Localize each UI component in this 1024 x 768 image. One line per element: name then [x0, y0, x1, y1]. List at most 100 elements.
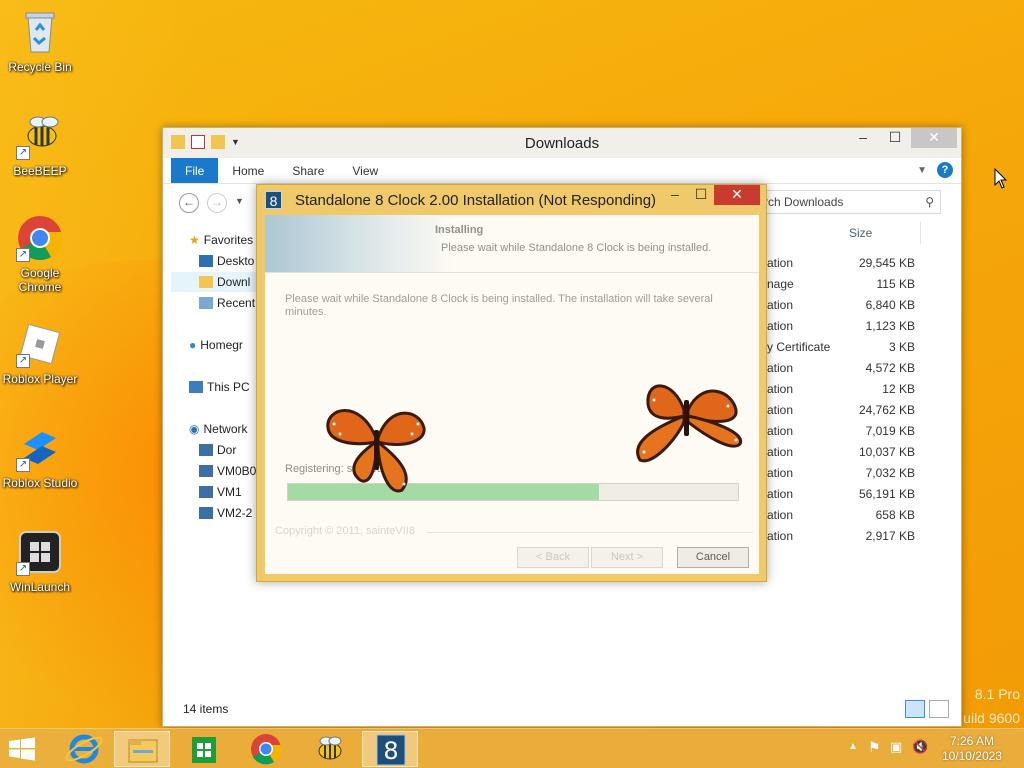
- nav-label: Homegr: [200, 338, 243, 352]
- file-row[interactable]: ation 7,019 KB: [763, 420, 953, 441]
- volume-muted-icon[interactable]: 🔇: [912, 739, 928, 755]
- taskbar-clock[interactable]: 7:26 AM 10/10/2023: [942, 734, 1002, 764]
- file-type: ation: [767, 466, 794, 480]
- tab-home[interactable]: Home: [218, 158, 278, 183]
- ribbon-tabs: File Home Share View ▼ ?: [163, 158, 961, 184]
- taskbar-beebeep[interactable]: [300, 731, 356, 767]
- nav-label: Downl: [217, 275, 251, 289]
- nav-label: Favorites: [203, 233, 254, 247]
- bee-icon: [318, 736, 342, 760]
- back-button[interactable]: ←: [179, 193, 199, 213]
- winlaunch-icon: ↗: [16, 528, 64, 576]
- help-icon[interactable]: ?: [937, 162, 953, 178]
- file-size: 10,037 KB: [858, 445, 915, 459]
- eight-clock-icon: 8: [376, 734, 406, 766]
- file-type: ation: [767, 256, 794, 270]
- desktop-icon-winlaunch[interactable]: ↗ WinLaunch: [0, 528, 80, 594]
- minimize-button[interactable]: –: [662, 185, 688, 205]
- file-row[interactable]: ation 12 KB: [763, 378, 953, 399]
- nav-homegroup[interactable]: ● Homegr: [189, 335, 243, 355]
- maximize-button[interactable]: ☐: [688, 185, 714, 205]
- action-center-flag-icon[interactable]: ⚑: [868, 739, 881, 756]
- start-button[interactable]: [8, 737, 36, 764]
- desktop-icon-recycle-bin[interactable]: Recycle Bin: [0, 8, 80, 74]
- nav-label: Recent: [217, 296, 256, 310]
- network-computer-icon: [199, 507, 213, 519]
- nav-network-dor[interactable]: Dor: [199, 440, 236, 460]
- explorer-titlebar[interactable]: ▼ Downloads – ☐ ✕: [163, 128, 961, 158]
- file-row[interactable]: ation 1,123 KB: [763, 315, 953, 336]
- taskbar-store[interactable]: [176, 731, 232, 767]
- nav-network[interactable]: ◉ Network: [189, 419, 248, 439]
- nav-recent[interactable]: Recent: [199, 293, 255, 313]
- nav-favorites[interactable]: ★ Favorites: [189, 230, 253, 250]
- file-row[interactable]: ation 4,572 KB: [763, 357, 953, 378]
- details-view-button[interactable]: [905, 700, 925, 718]
- desktop-icon-google-chrome[interactable]: ↗ Google Chrome: [0, 214, 80, 294]
- file-row[interactable]: ation 24,762 KB: [763, 399, 953, 420]
- nav-network-vm2[interactable]: VM2-2: [199, 503, 252, 523]
- nav-label: VM1: [217, 485, 242, 499]
- nav-network-vm1[interactable]: VM1: [199, 482, 242, 502]
- network-status-icon[interactable]: ▣: [890, 739, 902, 755]
- file-size: 115 KB: [876, 277, 915, 291]
- installer-title: Standalone 8 Clock 2.00 Installation (No…: [295, 192, 657, 209]
- roblox-studio-icon: ↗: [16, 424, 64, 472]
- column-divider[interactable]: [920, 222, 921, 244]
- chrome-icon: ↗: [16, 214, 64, 262]
- desktop-icon-roblox-player[interactable]: ↗ Roblox Player: [0, 320, 80, 386]
- column-header-size[interactable]: Size: [849, 226, 872, 240]
- svg-text:8: 8: [383, 737, 398, 765]
- recent-locations-icon[interactable]: ▼: [235, 196, 244, 206]
- installer-header: Installing Please wait while Standalone …: [265, 215, 759, 273]
- file-row[interactable]: nage 115 KB: [763, 273, 953, 294]
- file-row[interactable]: ation 7,032 KB: [763, 462, 953, 483]
- tab-file[interactable]: File: [171, 158, 219, 183]
- nav-desktop[interactable]: Deskto: [199, 251, 254, 271]
- expand-ribbon-icon[interactable]: ▼: [917, 165, 927, 176]
- taskbar-file-explorer[interactable]: [114, 731, 170, 767]
- taskbar: 8 ▲ ⚑ ▣ 🔇 7:26 AM 10/10/2023: [0, 728, 1024, 768]
- clock-time: 7:26 AM: [949, 734, 994, 748]
- installer-step-title: Installing: [435, 224, 484, 236]
- nav-this-pc[interactable]: This PC: [189, 377, 250, 397]
- cancel-button[interactable]: Cancel: [677, 547, 749, 568]
- network-computer-icon: [199, 486, 213, 498]
- installer-titlebar[interactable]: 8 Standalone 8 Clock 2.00 Installation (…: [257, 185, 766, 215]
- nav-network-vm0b0[interactable]: VM0B0: [199, 461, 256, 481]
- file-row[interactable]: ation 6,840 KB: [763, 294, 953, 315]
- installer-description: Please wait while Standalone 8 Clock is …: [285, 293, 713, 318]
- large-icons-view-button[interactable]: [929, 700, 949, 718]
- nav-downloads[interactable]: Downl: [171, 272, 267, 292]
- search-input[interactable]: rch Downloads ⚲: [757, 190, 941, 214]
- file-row[interactable]: ation 29,545 KB: [763, 252, 953, 273]
- file-size: 7,032 KB: [865, 466, 915, 480]
- maximize-button[interactable]: ☐: [879, 128, 911, 148]
- forward-button[interactable]: →: [207, 193, 227, 213]
- taskbar-google-chrome[interactable]: [238, 731, 294, 767]
- file-row[interactable]: ation 2,917 KB: [763, 525, 953, 546]
- bee-icon: ↗: [16, 112, 64, 160]
- file-type: nage: [767, 277, 794, 291]
- close-button[interactable]: ✕: [911, 128, 957, 148]
- taskbar-standalone-8-clock[interactable]: 8: [362, 731, 418, 767]
- file-size: 1,123 KB: [865, 319, 915, 333]
- desktop-icon-roblox-studio[interactable]: ↗ Roblox Studio: [0, 424, 80, 490]
- next-button[interactable]: Next >: [591, 547, 663, 568]
- minimize-button[interactable]: –: [847, 128, 879, 148]
- file-size: 29,545 KB: [858, 256, 915, 270]
- downloads-folder-icon: [199, 276, 213, 288]
- close-button[interactable]: ✕: [714, 185, 760, 205]
- taskbar-internet-explorer[interactable]: [56, 731, 112, 767]
- file-row[interactable]: ation 56,191 KB: [763, 483, 953, 504]
- file-type: ation: [767, 508, 794, 522]
- back-button[interactable]: < Back: [517, 547, 589, 568]
- file-row[interactable]: y Certificate 3 KB: [763, 336, 953, 357]
- search-icon[interactable]: ⚲: [925, 195, 934, 209]
- tab-share[interactable]: Share: [278, 158, 338, 183]
- tab-view[interactable]: View: [338, 158, 392, 183]
- file-row[interactable]: ation 10,037 KB: [763, 441, 953, 462]
- show-hidden-icons-button[interactable]: ▲: [848, 741, 858, 752]
- file-row[interactable]: ation 658 KB: [763, 504, 953, 525]
- desktop-icon-beebeep[interactable]: ↗ BeeBEEP: [0, 112, 80, 178]
